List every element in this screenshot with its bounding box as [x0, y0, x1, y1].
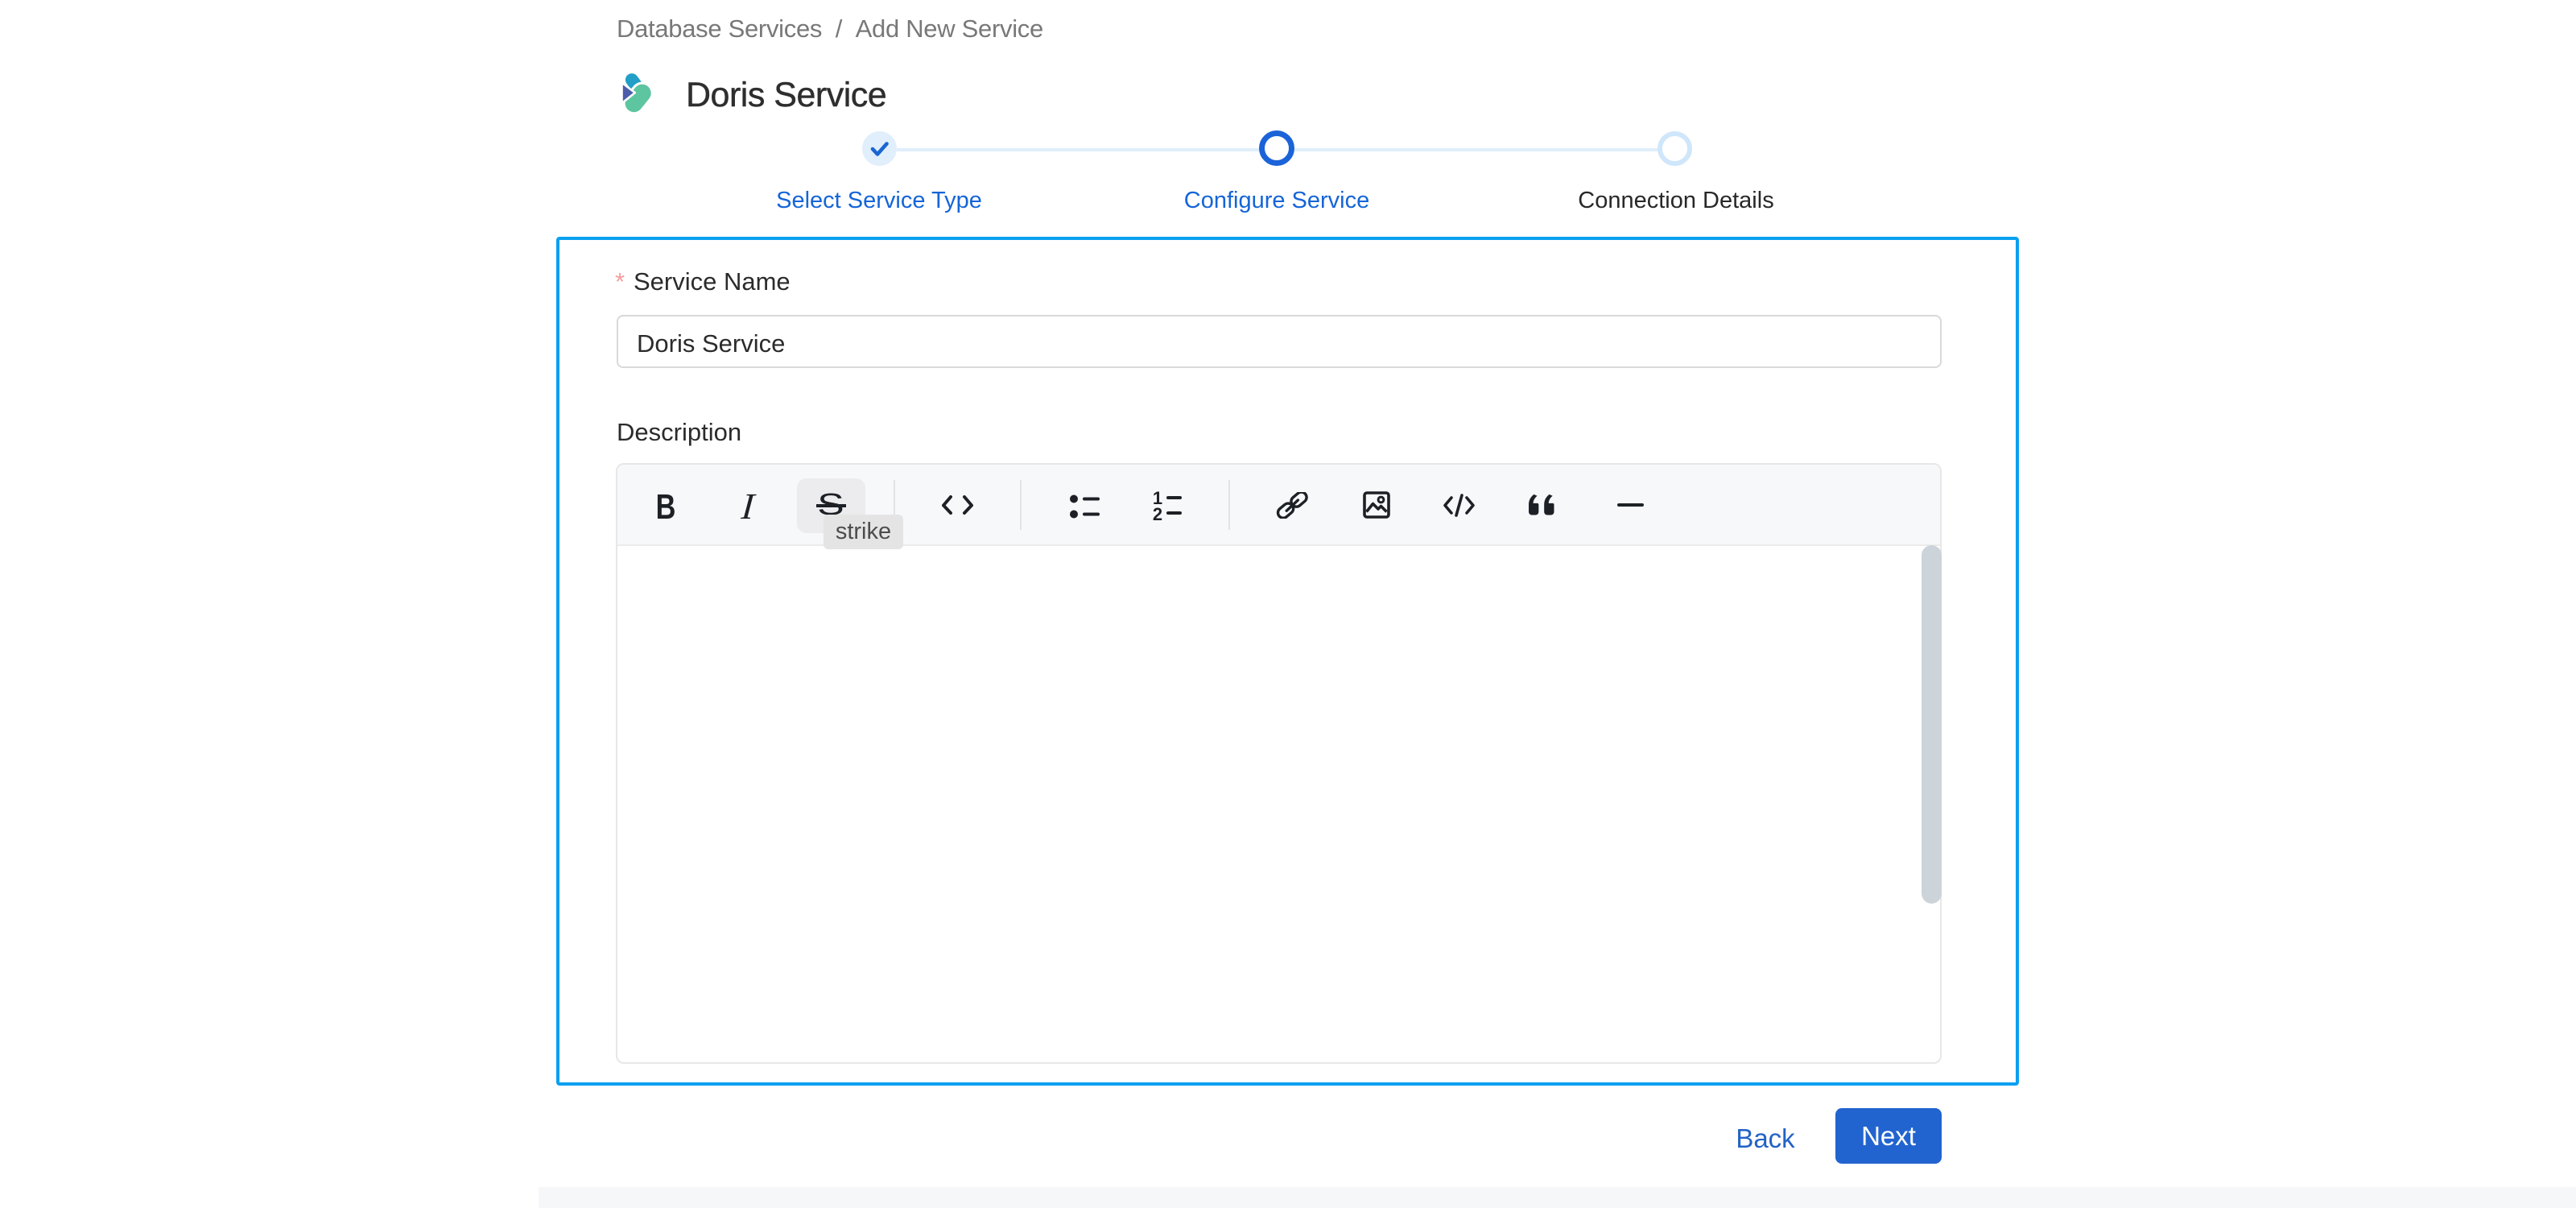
svg-text:2: 2	[1153, 504, 1162, 523]
